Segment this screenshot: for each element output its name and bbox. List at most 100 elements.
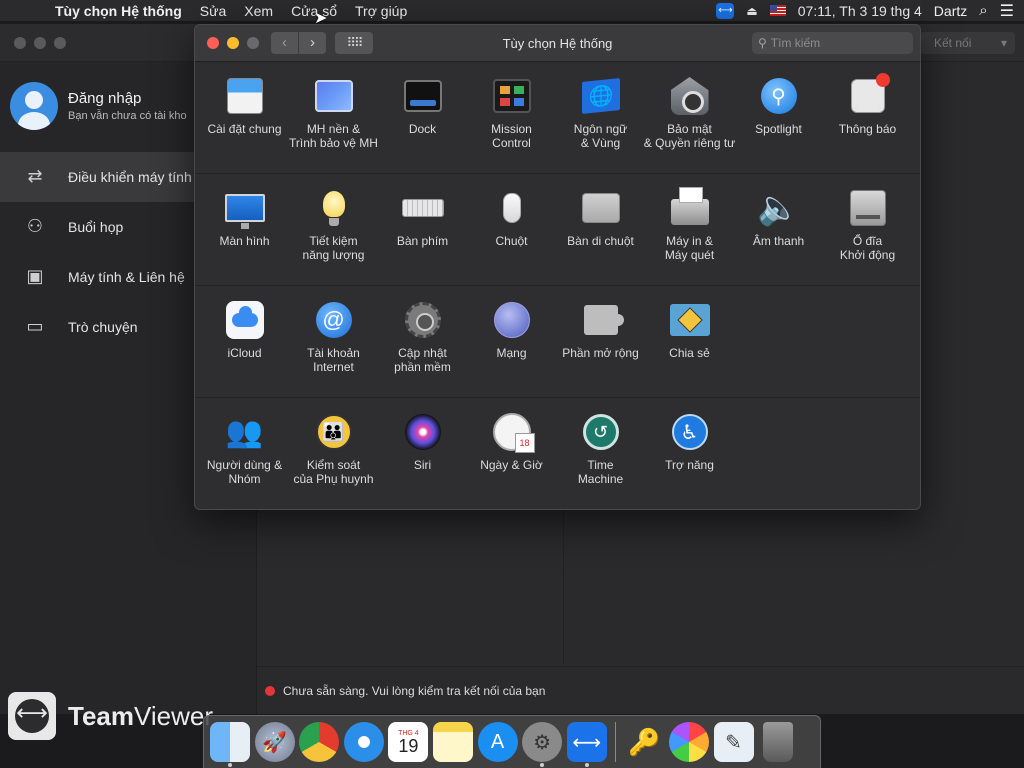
pref-security-privacy[interactable]: Bảo mật & Quyền riêng tư [644,62,735,173]
app-store-icon[interactable]: A [477,722,518,762]
notifications-icon [850,73,890,113]
signin-area[interactable]: Đăng nhập Bạn vẫn chưa có tài kho [10,82,187,130]
keychain-icon[interactable]: 🔑 [624,722,664,762]
system-preferences-icon[interactable]: ⚙ [522,722,563,767]
teamviewer-status-icon[interactable]: ⟷ [716,2,735,19]
pref-parental-controls[interactable]: 👪 Kiểm soát của Phụ huynh [289,398,378,509]
pref-time-machine[interactable]: ↺ Time Machine [556,398,645,509]
menu-user[interactable]: Dartz [934,3,967,19]
status-dot-icon [265,685,275,696]
pref-mouse[interactable]: Chuột [467,174,556,285]
chrome-icon[interactable] [299,722,340,762]
notes-icon[interactable] [432,722,473,762]
launchpad-icon[interactable]: 🚀 [254,722,295,762]
nav-label: Điều khiển máy tính t [68,169,200,185]
menu-help[interactable]: Trợ giúp [346,3,416,19]
menu-edit[interactable]: Sửa [191,3,236,19]
chevron-down-icon: ▾ [1000,36,1007,50]
input-source-flag-icon[interactable] [769,5,786,16]
dock-icon [403,80,442,112]
pref-displays[interactable]: Màn hình [200,174,289,285]
zoom-button[interactable] [247,37,259,49]
pref-spotlight[interactable]: ⚲ Spotlight [734,62,823,173]
back-button[interactable]: ‹ [271,32,298,54]
pref-sound[interactable]: 🔈 Âm thanh [734,174,823,285]
pref-label: Tiết kiệm năng lượng [302,234,365,262]
chevron-right-icon: › [310,34,315,51]
trackpad-icon [581,193,620,223]
pref-language-region[interactable]: 🌐 Ngôn ngữ & Vùng [556,62,645,173]
photos-icon[interactable] [668,722,709,762]
pref-label: MH nền & Trình bảo vệ MH [289,122,378,150]
teamviewer-icon[interactable]: ⟷ [566,722,607,767]
pref-energy-saver[interactable]: Tiết kiệm năng lượng [289,174,378,285]
siri-icon [404,414,441,450]
tv-minimize-button[interactable] [34,37,46,49]
menu-clock[interactable]: 07:11, Th 3 19 thg 4 [798,3,922,19]
pref-users-groups[interactable]: 👥 Người dùng & Nhóm [200,398,289,509]
pref-desktop-screensaver[interactable]: MH nền & Trình bảo vệ MH [289,62,378,173]
calendar-icon[interactable]: THG 4 19 [388,722,429,762]
accessibility-icon: ♿ [671,414,708,450]
connect-button[interactable]: Kết nối ▾ [920,32,1015,54]
signin-title[interactable]: Đăng nhập [68,90,187,107]
tv-close-button[interactable] [14,37,26,49]
minimize-button[interactable] [227,37,239,49]
pref-accessibility[interactable]: ♿ Trợ năng [645,398,734,509]
close-button[interactable] [207,37,219,49]
pref-label: Màn hình [219,234,270,248]
pref-label: Cài đặt chung [207,122,282,136]
pref-siri[interactable]: Siri [378,398,467,509]
preview-icon[interactable]: ✎ [713,722,754,762]
safari-icon[interactable] [343,722,384,762]
pref-label: Siri [413,458,432,472]
pref-network[interactable]: Mạng [467,286,556,397]
show-all-button[interactable]: ⠿⠿ [335,32,373,54]
security-icon [670,77,709,115]
pref-label: Ổ đĩa Khởi động [839,234,896,262]
pref-label: Người dùng & Nhóm [206,458,283,486]
pref-keyboard[interactable]: Bàn phím [378,174,467,285]
pref-general[interactable]: Cài đặt chung [200,62,289,173]
forward-button[interactable]: › [299,32,326,54]
pref-software-update[interactable]: Cập nhật phần mềm [378,286,467,397]
internet-accounts-icon: @ [315,302,352,338]
pref-dock[interactable]: Dock [378,62,467,173]
nav-label: Máy tính & Liên hệ [68,269,185,285]
pref-label: Chuột [495,234,528,248]
pref-label: Chia sẻ [669,346,710,360]
spotlight-search-icon[interactable]: ⌕ [979,2,987,19]
search-input[interactable] [770,36,901,50]
trash-icon[interactable] [763,722,794,762]
pref-date-time[interactable]: Ngày & Giờ [467,398,556,509]
pref-extensions[interactable]: Phần mở rộng [556,286,645,397]
system-preferences-window: ‹ › ⠿⠿ Tùy chọn Hệ thống ⚲ Cài đặt chung… [194,24,921,510]
pref-startup-disk[interactable]: Ổ đĩa Khởi động [823,174,912,285]
pref-trackpad[interactable]: Bàn di chuột [556,174,645,285]
signin-subtitle: Bạn vẫn chưa có tài kho [68,110,187,122]
menu-app-name[interactable]: Tùy chọn Hệ thống [46,3,191,19]
people-icon: ⚇ [26,216,44,236]
menu-view[interactable]: Xem [235,3,282,19]
pref-notifications[interactable]: Thông báo [823,62,912,173]
pref-sharing[interactable]: Chia sẻ [645,286,734,397]
pref-internet-accounts[interactable]: @ Tài khoản Internet [289,286,378,397]
mouse-icon [502,193,521,223]
pref-printers-scanners[interactable]: Máy in & Máy quét [645,174,734,285]
finder-icon[interactable] [210,722,250,767]
pref-mission-control[interactable]: Mission Control [467,62,556,173]
teamviewer-status-bar: Chưa sẵn sàng. Vui lòng kiểm tra kết nối… [257,666,1024,714]
pref-row: iCloud @ Tài khoản Internet Cập nhật phần… [195,286,920,398]
pref-label: iCloud [227,346,262,360]
eject-icon[interactable]: ⏏ [746,4,757,18]
sp-titlebar: ‹ › ⠿⠿ Tùy chọn Hệ thống ⚲ [195,25,920,62]
calendar-day: 19 [398,735,419,756]
grid-icon: ⠿⠿ [346,35,363,50]
tv-zoom-button[interactable] [54,37,66,49]
sp-search-field[interactable]: ⚲ [752,32,913,54]
notification-center-icon[interactable]: ☰ [1000,1,1014,21]
pref-label: Ngôn ngữ & Vùng [573,122,628,150]
language-icon: 🌐 [581,78,620,114]
pref-icloud[interactable]: iCloud [200,286,289,397]
general-icon [226,78,263,114]
